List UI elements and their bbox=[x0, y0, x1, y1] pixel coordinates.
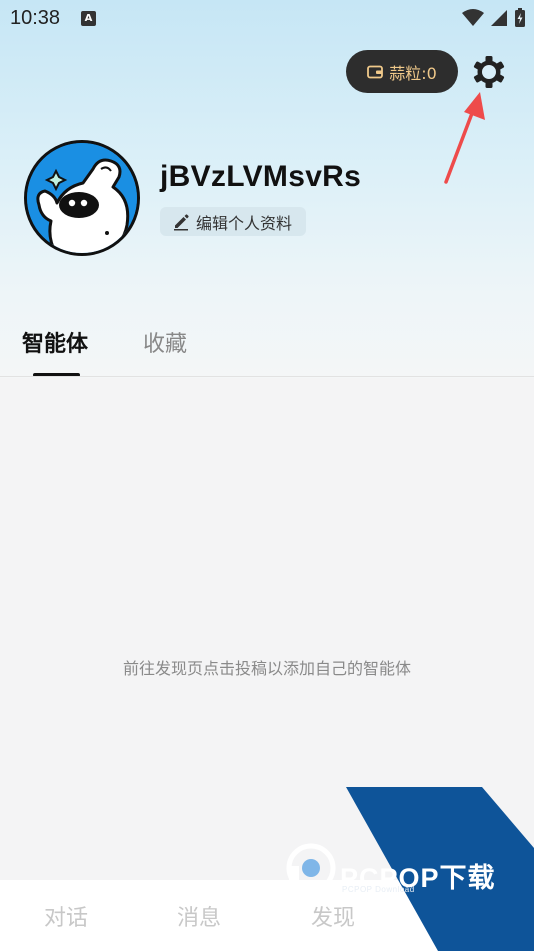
tab-divider bbox=[0, 376, 534, 377]
settings-gear-icon[interactable] bbox=[472, 55, 506, 89]
profile-tabs: 智能体 收藏 bbox=[0, 318, 534, 378]
keyboard-notification-icon: A bbox=[81, 11, 96, 26]
nav-item-me[interactable]: 我 bbox=[444, 900, 466, 932]
status-icons bbox=[462, 8, 526, 28]
nav-item-messages[interactable]: 消息 bbox=[177, 900, 221, 932]
tab-agents[interactable]: 智能体 bbox=[22, 326, 88, 358]
tab-favorites[interactable]: 收藏 bbox=[143, 326, 187, 358]
status-time: 10:38 bbox=[10, 7, 61, 29]
empty-state-message: 前往发现页点击投稿以添加自己的智能体 bbox=[122, 659, 411, 678]
wifi-icon bbox=[462, 9, 484, 26]
bottom-navigation: 对话 消息 发现 我 bbox=[0, 880, 534, 951]
cell-signal-icon bbox=[491, 10, 507, 26]
coin-balance-label: 蒜粒:0 bbox=[389, 63, 437, 83]
pencil-icon bbox=[174, 213, 189, 230]
wallet-icon bbox=[367, 65, 384, 78]
edit-profile-label: 编辑个人资料 bbox=[196, 213, 293, 233]
profile-username: jBVzLVMsvRs bbox=[160, 160, 362, 193]
battery-charging-icon bbox=[515, 8, 525, 27]
coin-balance-button[interactable]: 蒜粒:0 bbox=[346, 50, 458, 93]
annotation-arrow bbox=[444, 92, 485, 184]
nav-item-discover[interactable]: 发现 bbox=[311, 900, 355, 932]
avatar[interactable] bbox=[24, 140, 140, 256]
avatar-cartoon-image bbox=[27, 143, 137, 253]
nav-item-chat[interactable]: 对话 bbox=[44, 900, 88, 932]
edit-profile-button[interactable]: 编辑个人资料 bbox=[160, 207, 307, 236]
status-bar: 10:38 A bbox=[0, 0, 534, 38]
